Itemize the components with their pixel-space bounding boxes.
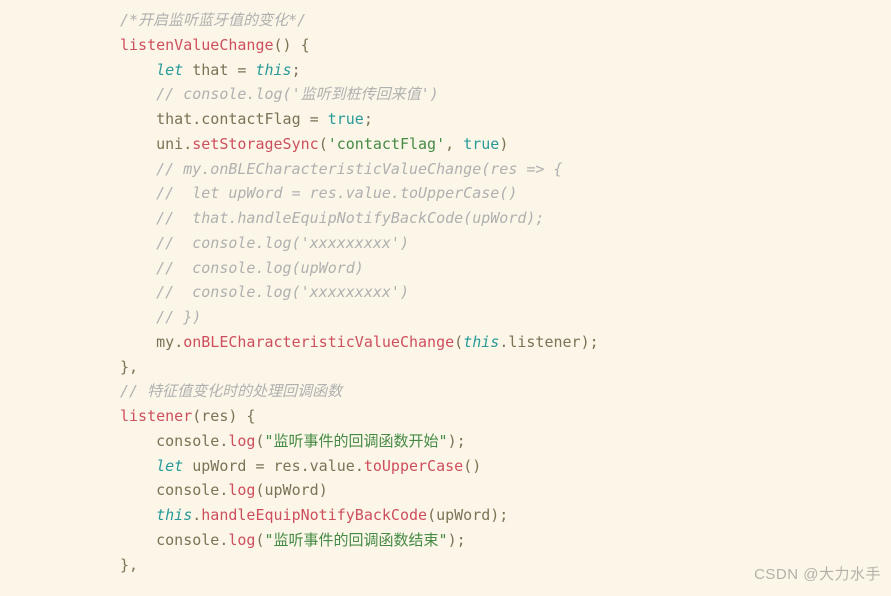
code-line: let that = this; [0, 58, 891, 83]
token-fn: listener [120, 407, 192, 425]
token-this: this [156, 506, 192, 524]
token-pn: ( [255, 432, 264, 450]
token-cmt: // let upWord = res.value.toUpperCase() [156, 184, 517, 202]
token-cmt: // console.log(upWord) [156, 259, 364, 277]
token-this: this [255, 61, 291, 79]
code-line: console.log("监听事件的回调函数开始"); [0, 429, 891, 454]
token-fn: log [228, 531, 255, 549]
token-this: this [463, 333, 499, 351]
token-cmt: // 特征值变化时的处理回调函数 [120, 382, 342, 400]
token-pn: ) [319, 481, 328, 499]
token-pn: ) [499, 135, 508, 153]
code-line: this.handleEquipNotifyBackCode(upWord); [0, 503, 891, 528]
token-id: console [156, 531, 219, 549]
token-fn: log [228, 481, 255, 499]
code-line: // }) [0, 305, 891, 330]
token-fn: log [228, 432, 255, 450]
token-pn: ( [427, 506, 436, 524]
code-line: listenValueChange() { [0, 33, 891, 58]
code-line: // console.log('监听到桩传回来值') [0, 82, 891, 107]
token-fn: setStorageSync [192, 135, 318, 153]
token-pn: () { [274, 36, 310, 54]
token-kw: let [156, 61, 183, 79]
token-kw: let [156, 457, 183, 475]
token-pn: . [183, 135, 192, 153]
token-id: that [183, 61, 237, 79]
token-pn: . [174, 333, 183, 351]
token-bool: true [328, 110, 364, 128]
token-pn: ); [490, 506, 508, 524]
token-pn: . [499, 333, 508, 351]
token-pn: . [301, 457, 310, 475]
token-id: value [310, 457, 355, 475]
token-pn: ( [192, 407, 201, 425]
token-fn: handleEquipNotifyBackCode [201, 506, 427, 524]
token-bool: true [463, 135, 499, 153]
token-str: "监听事件的回调函数结束" [265, 531, 448, 549]
token-id: my [156, 333, 174, 351]
code-line: that.contactFlag = true; [0, 107, 891, 132]
token-pn: ) { [228, 407, 255, 425]
token-pn: ( [255, 481, 264, 499]
token-pn: }, [120, 358, 138, 376]
code-line: uni.setStorageSync('contactFlag', true) [0, 132, 891, 157]
code-line: // let upWord = res.value.toUpperCase() [0, 181, 891, 206]
token-id: upWord [265, 481, 319, 499]
token-id: upWord [183, 457, 255, 475]
token-str: 'contactFlag' [328, 135, 445, 153]
token-id: console [156, 432, 219, 450]
code-line: // console.log('xxxxxxxxx') [0, 280, 891, 305]
token-cmt: // }) [156, 308, 201, 326]
token-fn: listenValueChange [120, 36, 274, 54]
token-pn: ( [454, 333, 463, 351]
token-str: "监听事件的回调函数开始" [265, 432, 448, 450]
token-id: listener [508, 333, 580, 351]
token-pn: }, [120, 556, 138, 574]
token-pn: . [192, 506, 201, 524]
token-pn: ; [292, 61, 301, 79]
code-line: listener(res) { [0, 404, 891, 429]
token-id: uni [156, 135, 183, 153]
token-pn: . [355, 457, 364, 475]
code-line: /*开启监听蓝牙值的变化*/ [0, 8, 891, 33]
token-id: upWord [436, 506, 490, 524]
token-cmt: // my.onBLECharacteristicValueChange(res… [156, 160, 562, 178]
token-fn: toUpperCase [364, 457, 463, 475]
token-cmt: // that.handleEquipNotifyBackCode(upWord… [156, 209, 544, 227]
token-cmt: // console.log('监听到桩传回来值') [156, 85, 439, 103]
token-id: res [201, 407, 228, 425]
token-fn: onBLECharacteristicValueChange [183, 333, 454, 351]
code-line: // console.log('xxxxxxxxx') [0, 231, 891, 256]
token-id: res [274, 457, 301, 475]
code-line: console.log(upWord) [0, 478, 891, 503]
token-pn: , [445, 135, 463, 153]
token-pn: = [255, 457, 273, 475]
token-cmt: /*开启监听蓝牙值的变化*/ [120, 11, 306, 29]
watermark-text: CSDN @大力水手 [754, 563, 881, 588]
token-pn: ; [364, 110, 373, 128]
code-line: // 特征值变化时的处理回调函数 [0, 379, 891, 404]
code-line: my.onBLECharacteristicValueChange(this.l… [0, 330, 891, 355]
token-pn: = [310, 110, 328, 128]
token-pn: = [237, 61, 255, 79]
token-pn: ); [448, 531, 466, 549]
code-line: let upWord = res.value.toUpperCase() [0, 454, 891, 479]
code-block: /*开启监听蓝牙值的变化*/listenValueChange() { let … [0, 0, 891, 577]
code-line: // my.onBLECharacteristicValueChange(res… [0, 157, 891, 182]
token-id: that [156, 110, 192, 128]
token-pn: () [463, 457, 481, 475]
token-id: contactFlag [201, 110, 309, 128]
code-line: // console.log(upWord) [0, 256, 891, 281]
token-pn: ); [581, 333, 599, 351]
token-pn: . [192, 110, 201, 128]
token-pn: ( [255, 531, 264, 549]
token-pn: ( [319, 135, 328, 153]
code-line: }, [0, 355, 891, 380]
token-cmt: // console.log('xxxxxxxxx') [156, 283, 409, 301]
token-cmt: // console.log('xxxxxxxxx') [156, 234, 409, 252]
token-id: console [156, 481, 219, 499]
code-line: console.log("监听事件的回调函数结束"); [0, 528, 891, 553]
code-line: // that.handleEquipNotifyBackCode(upWord… [0, 206, 891, 231]
token-pn: ); [448, 432, 466, 450]
